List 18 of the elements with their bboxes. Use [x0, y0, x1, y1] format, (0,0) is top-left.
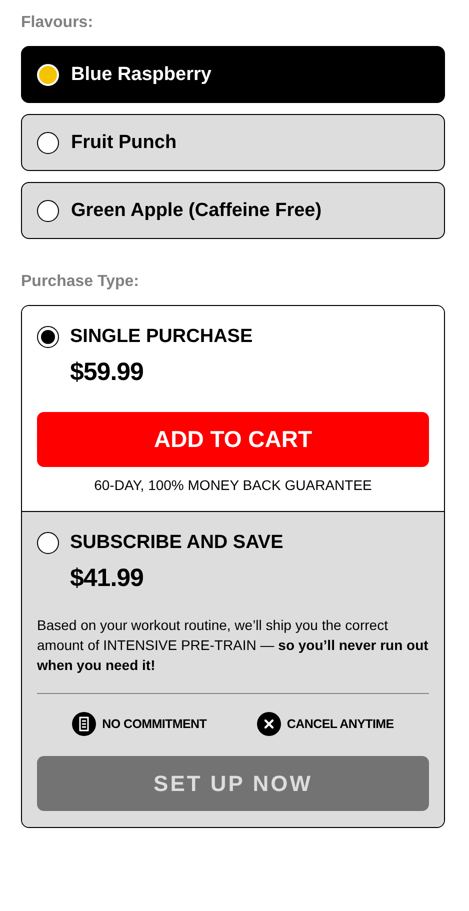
section-label: Purchase Type: — [21, 273, 140, 291]
radio-button[interactable] — [37, 532, 59, 554]
document-icon — [72, 712, 96, 736]
flavour-option[interactable]: Green Apple (Caffeine Free) — [21, 182, 445, 239]
option-label: SINGLE PURCHASE — [70, 326, 253, 348]
flavour-option[interactable]: Fruit Punch — [21, 114, 445, 171]
price: $59.99 — [70, 358, 144, 387]
description: Based on your workout routine, we’ll ship you the correct amount of INTENSIVE PRE-TRAIN — so you’ll never run out when you need it! — [37, 616, 429, 675]
perk-label: CANCEL ANYTIME — [286, 717, 394, 731]
option-label: SUBSCRIBE AND SAVE — [70, 532, 284, 554]
guarantee-note: 60-DAY, 100% MONEY BACK GUARANTEE — [94, 477, 372, 493]
close-icon — [256, 712, 281, 736]
section-label: Flavours: — [21, 14, 94, 32]
radio-button[interactable] — [37, 326, 59, 348]
add-to-cart-button[interactable]: ADD TO CART — [37, 412, 429, 467]
price: $41.99 — [70, 564, 144, 593]
flavour-option[interactable]: Blue Raspberry — [21, 46, 445, 103]
perk-label: NO COMMITMENT — [102, 717, 207, 731]
